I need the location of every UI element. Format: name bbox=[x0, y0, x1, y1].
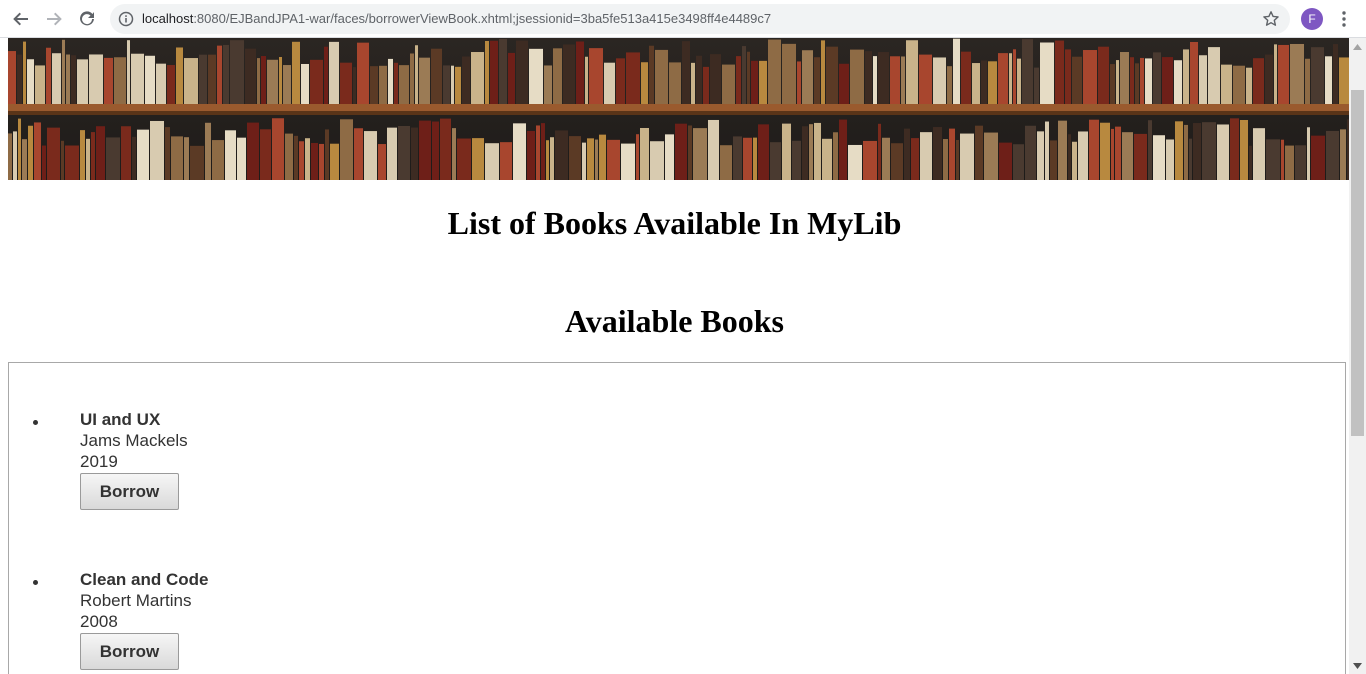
scroll-down-arrow-icon[interactable] bbox=[1349, 657, 1366, 674]
forward-arrow-icon[interactable] bbox=[42, 7, 66, 31]
page-title: List of Books Available In MyLib bbox=[447, 205, 902, 241]
book-title: Clean and Code bbox=[80, 570, 209, 589]
url-text[interactable]: localhost:8080/EJBandJPA1-war/faces/borr… bbox=[142, 11, 771, 26]
book-list: UI and UX Jams Mackels 2019 Borrow Clean… bbox=[8, 362, 1346, 674]
info-icon[interactable] bbox=[118, 11, 134, 27]
reload-icon[interactable] bbox=[75, 7, 99, 31]
browser-toolbar: localhost:8080/EJBandJPA1-war/faces/borr… bbox=[0, 0, 1366, 38]
book-author: Robert Martins bbox=[80, 591, 192, 610]
borrow-button[interactable]: Borrow bbox=[80, 633, 179, 670]
bookshelf-banner-image bbox=[8, 38, 1349, 180]
bullet bbox=[33, 580, 38, 585]
url-path: :8080/EJBandJPA1-war/faces/borrowerViewB… bbox=[193, 11, 772, 26]
profile-avatar[interactable]: F bbox=[1301, 8, 1323, 30]
book-author: Jams Mackels bbox=[80, 431, 188, 450]
star-icon[interactable] bbox=[1262, 10, 1280, 28]
scroll-thumb[interactable] bbox=[1351, 90, 1364, 436]
book-year: 2008 bbox=[80, 612, 118, 631]
back-arrow-icon[interactable] bbox=[9, 7, 33, 31]
url-host: localhost bbox=[142, 11, 194, 26]
bullet bbox=[33, 420, 38, 425]
vertical-scrollbar[interactable] bbox=[1349, 38, 1366, 674]
borrow-button[interactable]: Borrow bbox=[80, 473, 179, 510]
scroll-up-arrow-icon[interactable] bbox=[1349, 38, 1366, 55]
page-viewport: List of Books Available In MyLib Availab… bbox=[0, 38, 1349, 674]
book-year: 2019 bbox=[80, 452, 118, 471]
address-bar[interactable]: localhost:8080/EJBandJPA1-war/faces/borr… bbox=[110, 4, 1290, 34]
menu-dots-icon[interactable] bbox=[1336, 8, 1352, 30]
section-title: Available Books bbox=[565, 303, 784, 339]
book-title: UI and UX bbox=[80, 410, 161, 429]
